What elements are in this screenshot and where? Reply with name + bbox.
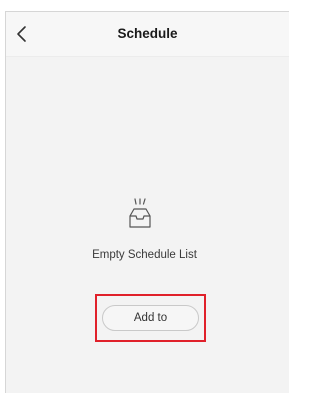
add-button-highlight: Add to [95,294,206,342]
empty-tray-icon [129,198,151,228]
page-title: Schedule [117,26,178,41]
add-to-button[interactable]: Add to [102,305,199,331]
empty-schedule-message: Empty Schedule List [92,249,197,261]
screen: Schedule Empty Schedule List Add to [0,0,289,393]
top-bar: Schedule [6,12,289,57]
